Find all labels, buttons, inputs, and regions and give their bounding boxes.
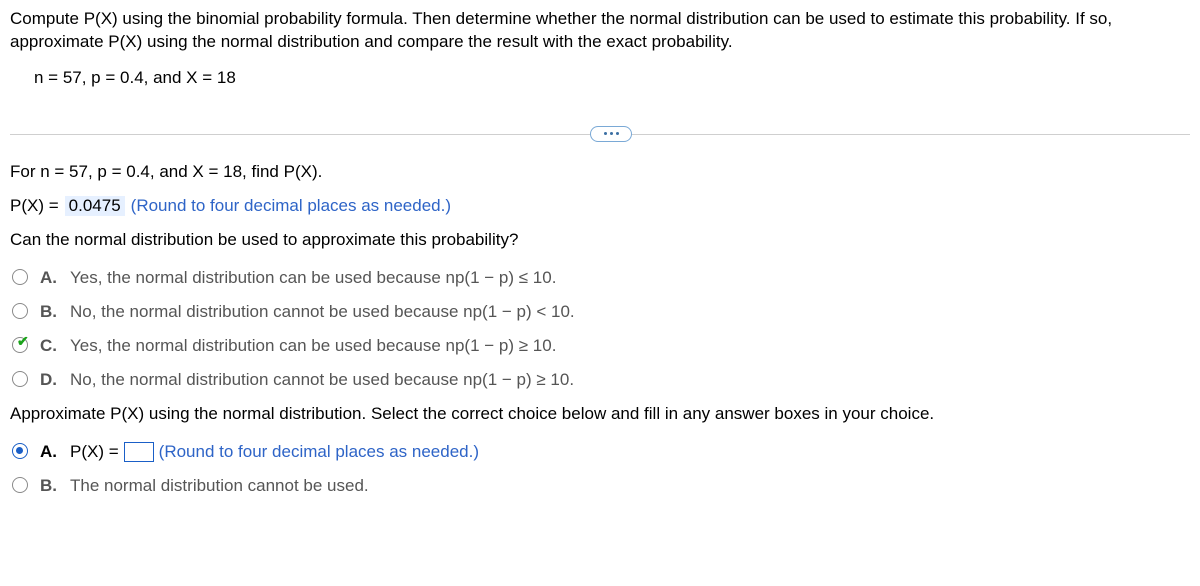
q3-radio-a[interactable] <box>12 443 28 459</box>
q2-radio-a[interactable] <box>12 269 28 285</box>
q1-hint: (Round to four decimal places as needed.… <box>131 196 451 216</box>
q3-a-hint: (Round to four decimal places as needed.… <box>159 442 479 462</box>
q1-answer-value[interactable]: 0.0475 <box>65 196 125 216</box>
q2-letter-c: C. <box>40 336 60 356</box>
q1-lhs: P(X) = <box>10 196 59 216</box>
q2-text-b: No, the normal distribution cannot be us… <box>70 302 575 322</box>
q2-radio-b[interactable] <box>12 303 28 319</box>
problem-intro: Compute P(X) using the binomial probabil… <box>10 8 1190 54</box>
q3-a-input[interactable] <box>124 442 154 462</box>
q3-radio-b[interactable] <box>12 477 28 493</box>
q2-letter-d: D. <box>40 370 60 390</box>
q3-text-b: The normal distribution cannot be used. <box>70 476 369 496</box>
q3-prompt: Approximate P(X) using the normal distri… <box>10 404 1190 424</box>
q2-letter-b: B. <box>40 302 60 322</box>
q3-a-prefix: P(X) = <box>70 442 119 462</box>
q2-radio-c[interactable] <box>12 337 28 353</box>
q1-prompt: For n = 57, p = 0.4, and X = 18, find P(… <box>10 162 1190 182</box>
show-more-button[interactable] <box>590 126 632 142</box>
q3-choices: A. P(X) = (Round to four decimal places … <box>12 440 1190 498</box>
q2-choices: A. Yes, the normal distribution can be u… <box>12 266 1190 392</box>
q3-letter-a: A. <box>40 442 60 462</box>
q2-text-c: Yes, the normal distribution can be used… <box>70 336 556 356</box>
q2-prompt: Can the normal distribution be used to a… <box>10 230 1190 250</box>
q2-letter-a: A. <box>40 268 60 288</box>
q2-text-d: No, the normal distribution cannot be us… <box>70 370 574 390</box>
q2-radio-d[interactable] <box>12 371 28 387</box>
problem-params: n = 57, p = 0.4, and X = 18 <box>34 68 1190 88</box>
q3-letter-b: B. <box>40 476 60 496</box>
q2-text-a: Yes, the normal distribution can be used… <box>70 268 556 288</box>
